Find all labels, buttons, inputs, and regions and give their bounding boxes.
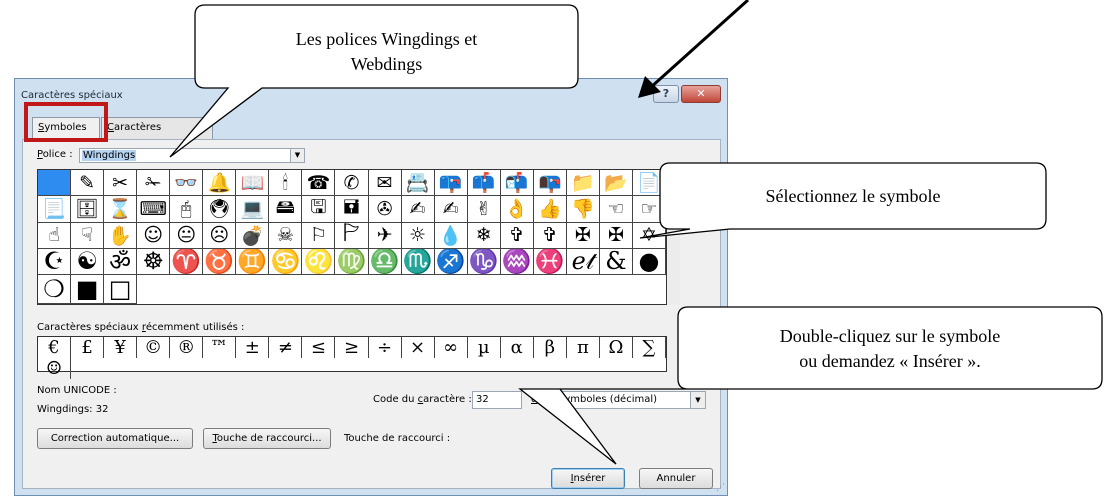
callout-fonts-line1: Les polices Wingdings et	[295, 29, 478, 49]
callout-doubleclick-line2: ou demandez « Insérer ».	[799, 351, 981, 371]
callout-fonts-text: Les polices Wingdings et Webdings	[195, 27, 578, 77]
pointer-arrow-icon	[638, 0, 750, 98]
callout-fonts-line2: Webdings	[350, 54, 423, 74]
callout-doubleclick-line1: Double-cliquez sur le symbole	[779, 326, 1001, 346]
callout-select-text: Sélectionnez le symbole	[765, 186, 941, 206]
callout-doubleclick-text: Double-cliquez sur le symbole ou demande…	[678, 324, 1102, 374]
